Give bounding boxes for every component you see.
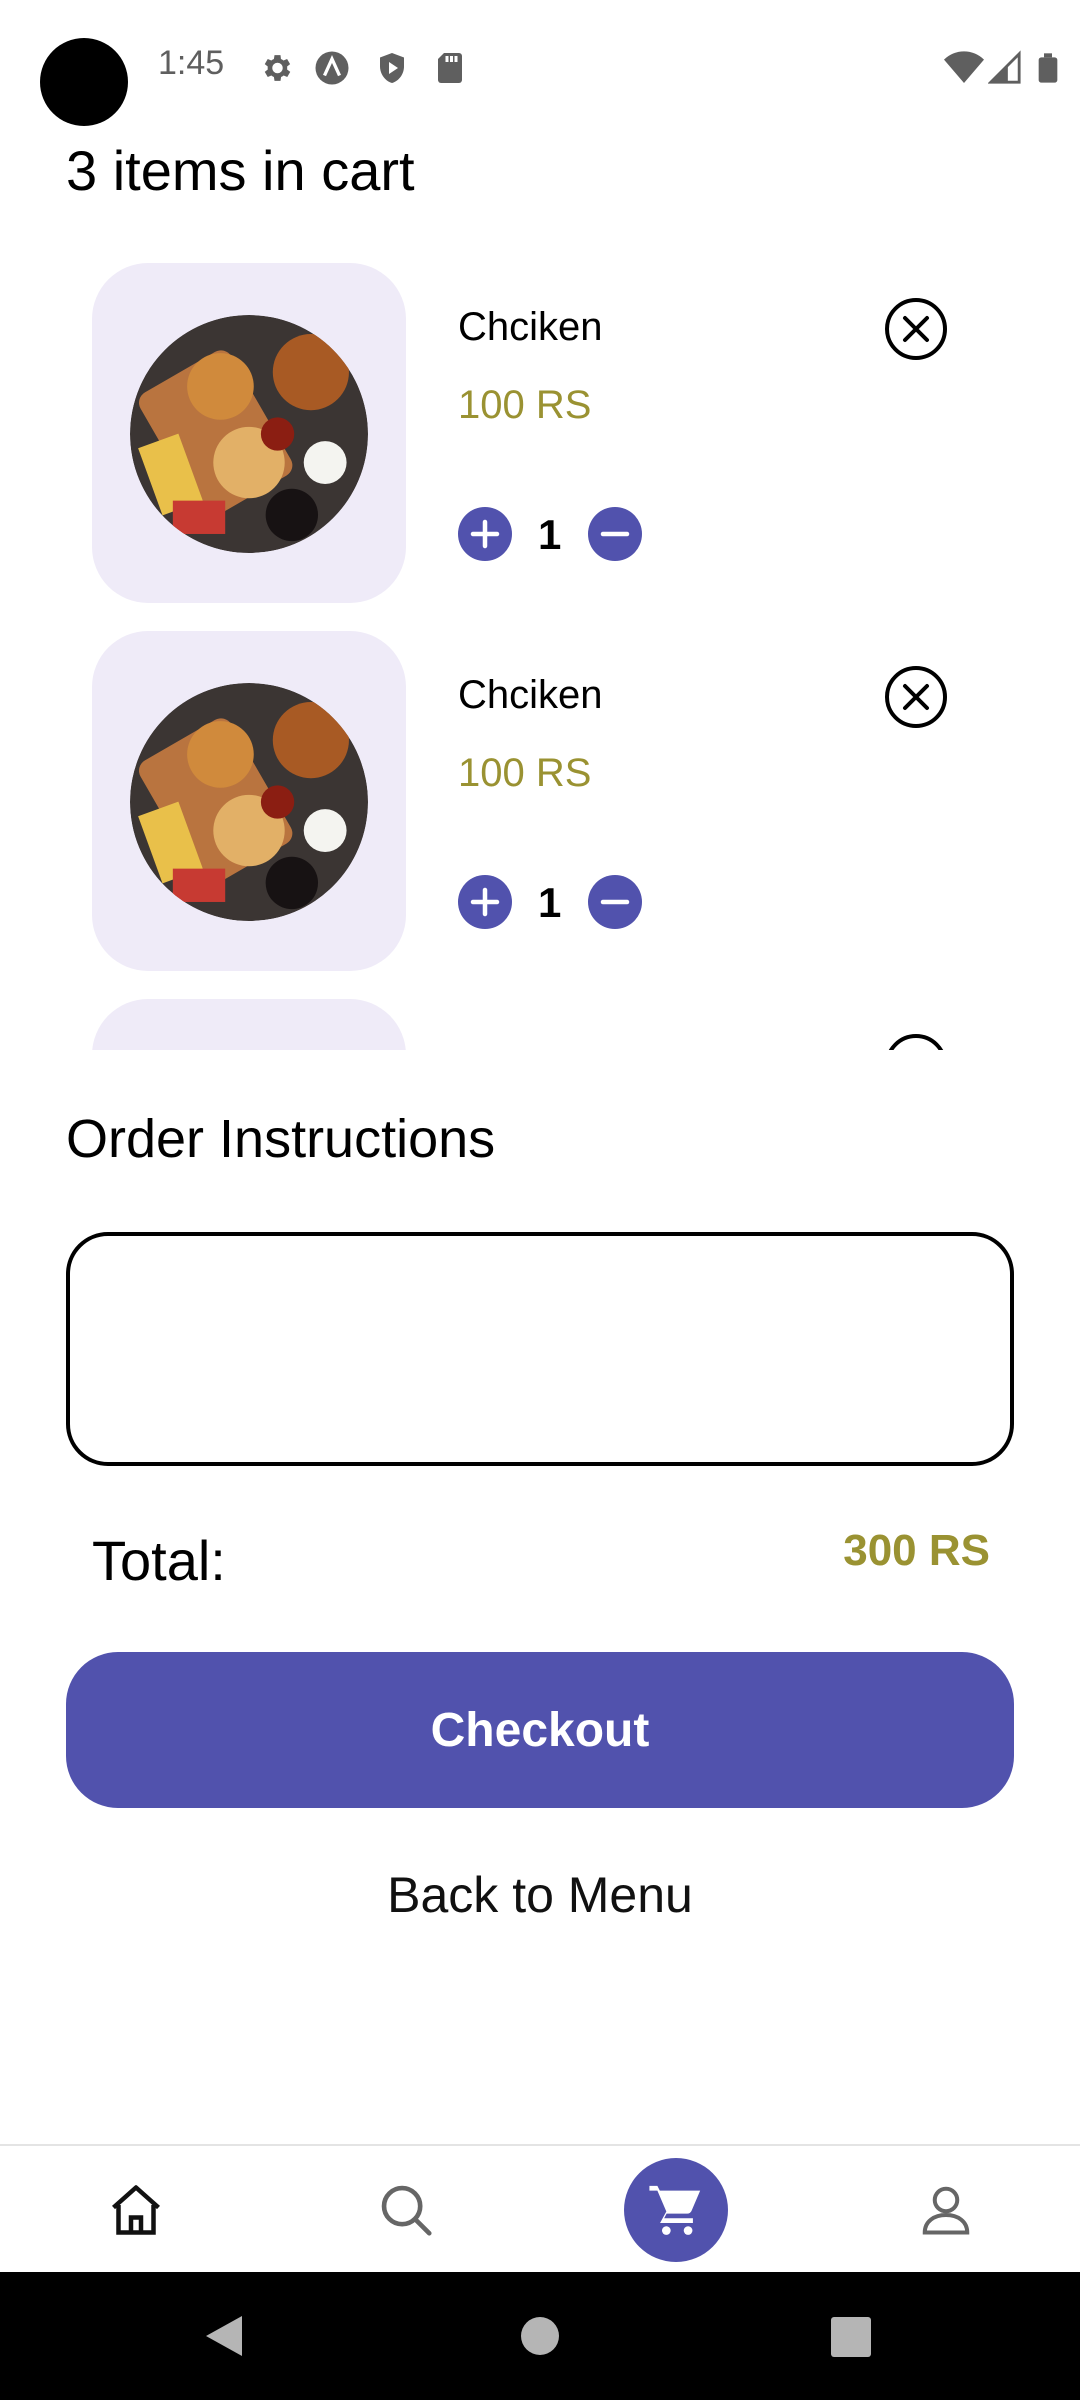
item-name: Chciken: [458, 673, 603, 717]
food-image: [130, 683, 368, 921]
decrease-quantity-button[interactable]: [588, 875, 642, 929]
system-navigation-bar: [0, 2272, 1080, 2400]
profile-icon: [922, 2186, 970, 2235]
battery-icon: [1038, 53, 1058, 83]
item-price: 100 RS: [458, 751, 592, 795]
home-icon: [112, 2185, 160, 2235]
status-time: 1:45: [158, 44, 225, 82]
search-icon: [381, 2185, 432, 2236]
status-bar: 1:45: [0, 0, 1080, 140]
sd-card-icon: [438, 53, 462, 83]
order-instructions-field[interactable]: [66, 1232, 1014, 1466]
food-image: [130, 315, 368, 553]
nav-search[interactable]: [336, 2146, 476, 2274]
cart-icon: [649, 2185, 701, 2235]
total-label: Total:: [92, 1529, 226, 1592]
recents-icon[interactable]: [830, 2316, 872, 2358]
item-quantity: 1: [538, 879, 562, 926]
wifi-icon: [944, 51, 984, 83]
total-value: 300 RS: [843, 1526, 990, 1575]
item-price: 100 RS: [458, 383, 592, 427]
camera-cutout: [40, 38, 128, 126]
item-thumbnail: [92, 999, 406, 1050]
home-circle-icon[interactable]: [520, 2316, 560, 2356]
remove-item-button[interactable]: [884, 297, 948, 361]
nav-home[interactable]: [66, 2146, 206, 2274]
item-name: Chciken: [458, 305, 603, 349]
nav-cart[interactable]: [606, 2146, 746, 2274]
a-icon: [315, 51, 349, 85]
shield-icon: [380, 53, 404, 83]
signal-icon: [988, 50, 1021, 84]
settings-icon: [264, 55, 291, 81]
order-instructions-title: Order Instructions: [66, 1109, 496, 1169]
item-quantity: 1: [538, 511, 562, 558]
back-to-menu-link[interactable]: Back to Menu: [0, 1866, 1080, 1924]
cart-item: [0, 991, 1080, 1050]
back-icon[interactable]: [204, 2314, 244, 2358]
plus-icon: [470, 887, 500, 917]
remove-item-button[interactable]: [884, 665, 948, 729]
item-thumbnail: [92, 631, 406, 971]
order-instructions-input[interactable]: [100, 1256, 984, 1446]
nav-profile[interactable]: [876, 2146, 1016, 2274]
nav-cart-active-indicator: [624, 2158, 728, 2262]
bottom-navigation: [0, 2144, 1080, 2274]
increase-quantity-button[interactable]: [458, 507, 512, 561]
checkout-button[interactable]: Checkout: [66, 1652, 1014, 1808]
cart-item: Chciken 100 RS 1: [0, 255, 1080, 603]
increase-quantity-button[interactable]: [458, 875, 512, 929]
cart-list[interactable]: Chciken 100 RS 1 Chciken 100 RS 1: [0, 255, 1080, 1050]
cart-item: Chciken 100 RS 1: [0, 623, 1080, 971]
remove-item-button[interactable]: [884, 1033, 948, 1050]
plus-icon: [470, 519, 500, 549]
item-thumbnail: [92, 263, 406, 603]
minus-icon: [600, 531, 630, 537]
cart-title: 3 items in cart: [66, 139, 415, 202]
decrease-quantity-button[interactable]: [588, 507, 642, 561]
minus-icon: [600, 899, 630, 905]
